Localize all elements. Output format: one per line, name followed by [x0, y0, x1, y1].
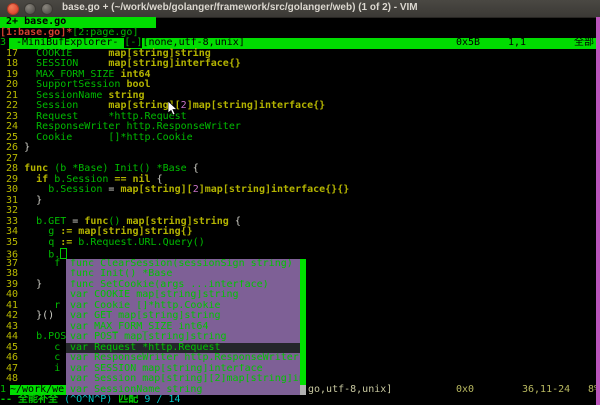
popup-scrollbar-thumb[interactable]	[300, 259, 306, 385]
completion-item[interactable]: var Cookie []*http.Cookie	[66, 301, 300, 312]
buffer-tab-base-go[interactable]: [1:base.go]*	[0, 27, 72, 38]
line-number: 30	[0, 184, 24, 195]
completion-item[interactable]: func ClearSession(sessionSign string)	[66, 259, 300, 270]
line-number: 41	[0, 300, 24, 311]
line-number: 33	[0, 216, 24, 227]
line-number: 45	[0, 342, 24, 353]
line-number: 19	[0, 69, 24, 80]
match-count: 9 / 14	[144, 394, 180, 405]
minibuf-scroll-position: 全部	[574, 38, 594, 49]
completion-item[interactable]: func SetCookie(args ...interface)	[66, 280, 300, 291]
maximize-button-icon[interactable]	[41, 3, 53, 15]
line-number: 48	[0, 373, 24, 384]
line-number: 44	[0, 331, 24, 342]
mode-label: -- 全能补全	[0, 394, 64, 405]
line-number: 32	[0, 205, 24, 216]
line-number: 27	[0, 153, 24, 164]
completion-item[interactable]: var POST map[string]string	[66, 332, 300, 343]
line-number: 31	[0, 195, 24, 206]
line-number: 42	[0, 310, 24, 321]
window-edge-strip	[596, 17, 600, 405]
terminal-area: 2+ base.go [1:base.go]*[2:page.go] -Mini…	[0, 17, 600, 405]
line-number: 29	[0, 174, 24, 185]
completion-item[interactable]: var ResponseWriter http.ResponseWriter	[66, 353, 300, 364]
code-line-35[interactable]: 35 q := b.Request.URL.Query()	[0, 238, 600, 249]
code-line-30[interactable]: 30 b.Session = map[string][2]map[string]…	[0, 185, 600, 196]
text-cursor	[60, 248, 67, 259]
status-buffer-number: 1	[0, 384, 6, 395]
minibuf-statusline-name: -MiniBufExplorer-	[10, 37, 124, 48]
popup-scrollbar[interactable]	[300, 259, 306, 396]
close-button-icon[interactable]	[7, 3, 19, 15]
code-line-26[interactable]: 26 }	[0, 143, 600, 154]
line-number: 21	[0, 90, 24, 101]
line-number: 38	[0, 268, 24, 279]
popup-scrollbar-track[interactable]	[300, 385, 306, 396]
code-line-31[interactable]: 31 }	[0, 196, 600, 207]
minibuf-cursor-position: 1,1	[508, 38, 526, 49]
line-number: 18	[0, 58, 24, 69]
completion-item[interactable]: var Session map[string][2]map[string]int…	[66, 374, 300, 385]
window-title: base.go + (~/work/web/golanger/framework…	[62, 3, 418, 14]
line-number: 22	[0, 100, 24, 111]
line-number: 39	[0, 279, 24, 290]
line-number: 25	[0, 132, 24, 143]
code-line-25[interactable]: 25 Cookie []*http.Cookie	[0, 133, 600, 144]
buffer-tab-page-go[interactable]: [2:page.go]	[72, 27, 138, 38]
completion-item[interactable]: var COOKIE map[string]string	[66, 290, 300, 301]
line-number: 35	[0, 237, 24, 248]
line-number: 24	[0, 121, 24, 132]
status-fileinfo: go,utf-8,unix]	[308, 385, 392, 396]
line-number: 17	[0, 48, 24, 59]
vim-window: base.go + (~/work/web/golanger/framework…	[0, 0, 600, 405]
command-mode-line: -- 全能补全 (^O^N^P) 匹配 9 / 14	[0, 395, 600, 405]
minibuf-fileinfo: [none,utf-8,unix]	[142, 37, 244, 48]
line-number: 34	[0, 226, 24, 237]
line-number: 40	[0, 289, 24, 300]
status-cursor-position: 36,11-24	[522, 385, 570, 396]
minibuf-flag: [-]	[124, 37, 142, 48]
line-number: 23	[0, 111, 24, 122]
line-number: 37	[0, 258, 24, 269]
completion-item[interactable]: var MAX_FORM_SIZE int64	[66, 322, 300, 333]
mouse-cursor-icon	[168, 101, 179, 117]
status-hex-value: 0x0	[456, 385, 474, 396]
code-line-36[interactable]: 36 b.	[0, 248, 600, 259]
match-label: 匹配	[118, 394, 144, 405]
line-number: 26	[0, 142, 24, 153]
completion-item[interactable]: func Init() *Base	[66, 269, 300, 280]
completion-item[interactable]: var GET map[string]string	[66, 311, 300, 322]
completion-popup: func ClearSession(sessionSign string)fun…	[66, 259, 306, 396]
minibuf-hex-value: 0x5B	[456, 38, 480, 49]
completion-item[interactable]: var SESSION map[string]interface	[66, 364, 300, 375]
line-number: 43	[0, 321, 24, 332]
line-number: 46	[0, 352, 24, 363]
window-titlebar: base.go + (~/work/web/golanger/framework…	[0, 0, 600, 18]
minimize-button-icon[interactable]	[24, 3, 36, 15]
line-number: 28	[0, 163, 24, 174]
line-number: 20	[0, 79, 24, 90]
mode-keys-hint: (^O^N^P)	[64, 394, 118, 405]
completion-item-selected[interactable]: var Request *http.Request	[66, 343, 300, 354]
line-number: 47	[0, 363, 24, 374]
completion-item[interactable]: var SessionName string	[66, 385, 300, 396]
